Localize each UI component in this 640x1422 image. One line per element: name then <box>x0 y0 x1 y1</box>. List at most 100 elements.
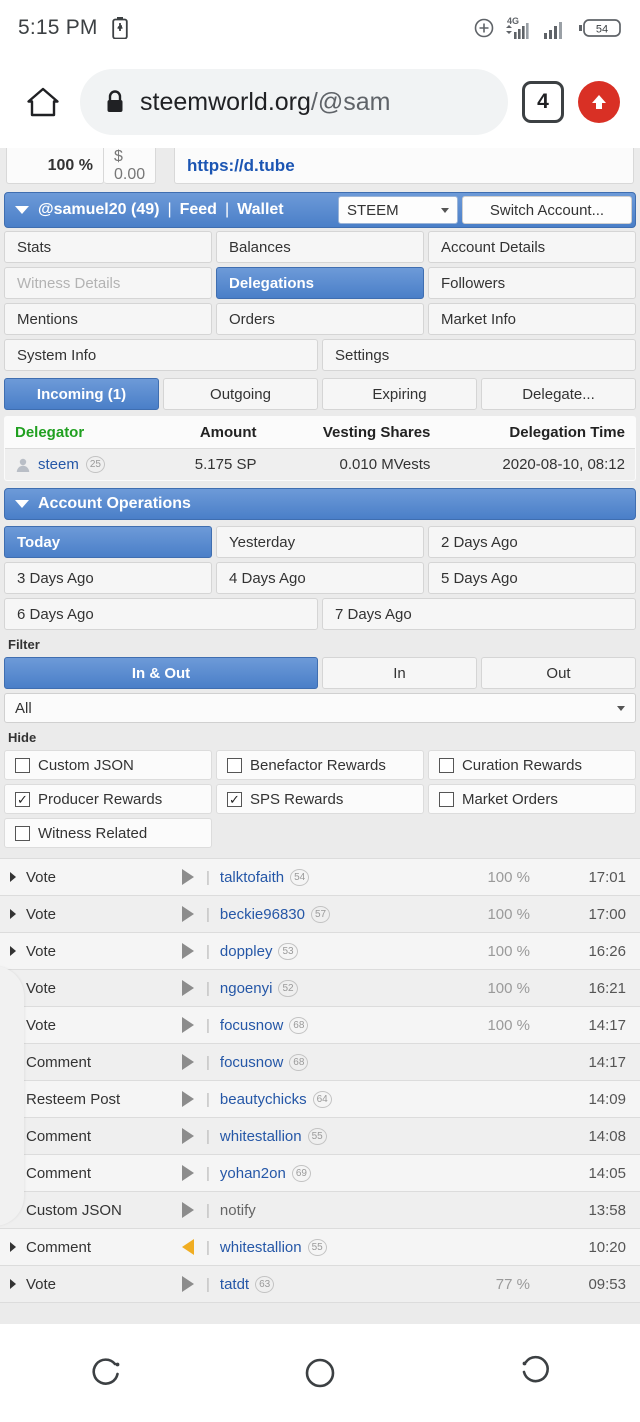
expand-caret-icon[interactable] <box>10 1242 16 1252</box>
list-item[interactable]: Vote | beckie96830 57 100 % 17:00 <box>0 896 640 933</box>
day-tab-today[interactable]: Today <box>4 526 212 558</box>
operation-type: Vote <box>26 942 57 960</box>
username-link[interactable]: whitestallion <box>220 1239 302 1256</box>
subtab-incoming[interactable]: Incoming (1) <box>4 378 159 410</box>
expand-caret-icon[interactable] <box>10 1131 16 1141</box>
direction-out-icon <box>176 1054 200 1070</box>
expand-caret-icon[interactable] <box>10 1279 16 1289</box>
hide-market-orders[interactable]: Market Orders <box>427 784 636 814</box>
account-name[interactable]: @samuel20 (49) <box>38 201 159 219</box>
hide-benefactor-rewards[interactable]: Benefactor Rewards <box>215 750 424 780</box>
list-item[interactable]: Vote | doppley 53 100 % 16:26 <box>0 933 640 970</box>
direction-out-icon <box>176 869 200 885</box>
username-link[interactable]: focusnow <box>220 1017 283 1034</box>
account-operations-header[interactable]: Account Operations <box>4 488 636 520</box>
username-link[interactable]: whitestallion <box>220 1128 302 1145</box>
col-delegator[interactable]: Delegator <box>5 417 156 449</box>
username-link[interactable]: notify <box>220 1202 256 1219</box>
filter-out[interactable]: Out <box>481 657 636 689</box>
day-tab-3-days-ago[interactable]: 3 Days Ago <box>4 562 212 594</box>
username-link[interactable]: focusnow <box>220 1054 283 1071</box>
username-link[interactable]: tatdt <box>220 1276 249 1293</box>
subtab-outgoing[interactable]: Outgoing <box>163 378 318 410</box>
list-item[interactable]: Vote | focusnow 68 100 % 14:17 <box>0 1007 640 1044</box>
tab-mentions[interactable]: Mentions <box>4 303 212 335</box>
tab-system-info[interactable]: System Info <box>4 339 318 371</box>
username-link[interactable]: beautychicks <box>220 1091 307 1108</box>
dtube-link[interactable]: https://d.tube <box>174 148 634 184</box>
list-item[interactable]: Vote | ngoenyi 52 100 % 16:21 <box>0 970 640 1007</box>
tab-orders[interactable]: Orders <box>215 303 424 335</box>
tab-followers[interactable]: Followers <box>427 267 636 299</box>
subtab-delegate[interactable]: Delegate... <box>481 378 636 410</box>
battery-level-icon: 54 <box>578 16 622 40</box>
list-item[interactable]: Vote | tatdt 63 77 % 09:53 <box>0 1266 640 1303</box>
operation-type: Vote <box>26 905 57 923</box>
day-tab-7-days-ago[interactable]: 7 Days Ago <box>322 598 636 630</box>
hide-producer-rewards[interactable]: ✓ Producer Rewards <box>4 784 212 814</box>
username-link[interactable]: ngoenyi <box>220 980 273 997</box>
up-arrow-icon[interactable] <box>578 81 620 123</box>
expand-caret-icon[interactable] <box>10 872 16 882</box>
username-link[interactable]: doppley <box>220 943 273 960</box>
tab-balances[interactable]: Balances <box>215 231 424 263</box>
wallet-link[interactable]: Wallet <box>237 201 284 219</box>
hide-option-label: Benefactor Rewards <box>249 756 386 774</box>
expand-caret-icon[interactable] <box>10 1205 16 1215</box>
list-item[interactable]: Comment | whitestallion 55 14:08 <box>0 1118 640 1155</box>
list-item[interactable]: Comment | whitestallion 55 10:20 <box>0 1229 640 1266</box>
expand-caret-icon[interactable] <box>10 909 16 919</box>
operation-user: focusnow 68 <box>220 1053 309 1071</box>
feed-link[interactable]: Feed <box>180 201 217 219</box>
hide-curation-rewards[interactable]: Curation Rewards <box>427 750 636 780</box>
hide-witness-related[interactable]: Witness Related <box>4 818 212 848</box>
day-tab-2-days-ago[interactable]: 2 Days Ago <box>427 526 636 558</box>
subtab-expiring[interactable]: Expiring <box>322 378 477 410</box>
divider: | <box>206 1053 210 1071</box>
back-icon[interactable] <box>513 1353 553 1393</box>
list-item[interactable]: Custom JSON | notify 13:58 <box>0 1192 640 1229</box>
home-icon[interactable] <box>20 79 66 125</box>
tab-market-info[interactable]: Market Info <box>427 303 636 335</box>
expand-caret-icon[interactable] <box>10 1057 16 1067</box>
tab-delegations[interactable]: Delegations <box>215 267 424 299</box>
url-bar[interactable]: steemworld.org/@sam <box>80 69 508 135</box>
hide-custom-json[interactable]: Custom JSON <box>4 750 212 780</box>
chevron-down-icon[interactable] <box>15 206 29 214</box>
tab-stats[interactable]: Stats <box>4 231 212 263</box>
expand-caret-icon[interactable] <box>10 1168 16 1178</box>
list-item[interactable]: Comment | yohan2on 69 14:05 <box>0 1155 640 1192</box>
hide-label: Hide <box>8 730 37 745</box>
username-link[interactable]: yohan2on <box>220 1165 286 1182</box>
tab-settings[interactable]: Settings <box>322 339 636 371</box>
day-tab-yesterday[interactable]: Yesterday <box>215 526 424 558</box>
day-tab-6-days-ago[interactable]: 6 Days Ago <box>4 598 318 630</box>
operation-time: 16:26 <box>588 942 626 960</box>
chain-select[interactable]: STEEM <box>338 196 458 224</box>
list-item[interactable]: Resteem Post | beautychicks 64 14:09 <box>0 1081 640 1118</box>
list-item[interactable]: Comment | focusnow 68 14:17 <box>0 1044 640 1081</box>
col-vesting-shares[interactable]: Vesting Shares <box>266 417 441 449</box>
day-tab-4-days-ago[interactable]: 4 Days Ago <box>215 562 424 594</box>
home-circle-icon[interactable] <box>300 1353 340 1393</box>
username-link[interactable]: beckie96830 <box>220 906 305 923</box>
delegator-name[interactable]: steem <box>38 456 79 473</box>
expand-caret-icon[interactable] <box>10 1094 16 1104</box>
day-tab-5-days-ago[interactable]: 5 Days Ago <box>427 562 636 594</box>
filter-in[interactable]: In <box>322 657 477 689</box>
operation-type-select[interactable]: All <box>4 693 636 723</box>
hide-sps-rewards[interactable]: ✓ SPS Rewards <box>215 784 424 814</box>
operation-type: Vote <box>26 1275 57 1293</box>
col-amount[interactable]: Amount <box>155 417 267 449</box>
expand-caret-icon[interactable] <box>10 1020 16 1030</box>
username-link[interactable]: talktofaith <box>220 869 284 886</box>
expand-caret-icon[interactable] <box>10 946 16 956</box>
recents-icon[interactable] <box>87 1353 127 1393</box>
switch-account-button[interactable]: Switch Account... <box>462 196 632 224</box>
expand-caret-icon[interactable] <box>10 983 16 993</box>
col-delegation-time[interactable]: Delegation Time <box>440 417 635 449</box>
list-item[interactable]: Vote | talktofaith 54 100 % 17:01 <box>0 859 640 896</box>
tab-account-details[interactable]: Account Details <box>427 231 636 263</box>
tab-counter-button[interactable]: 4 <box>522 81 564 123</box>
filter-in-and-out[interactable]: In & Out <box>4 657 318 689</box>
